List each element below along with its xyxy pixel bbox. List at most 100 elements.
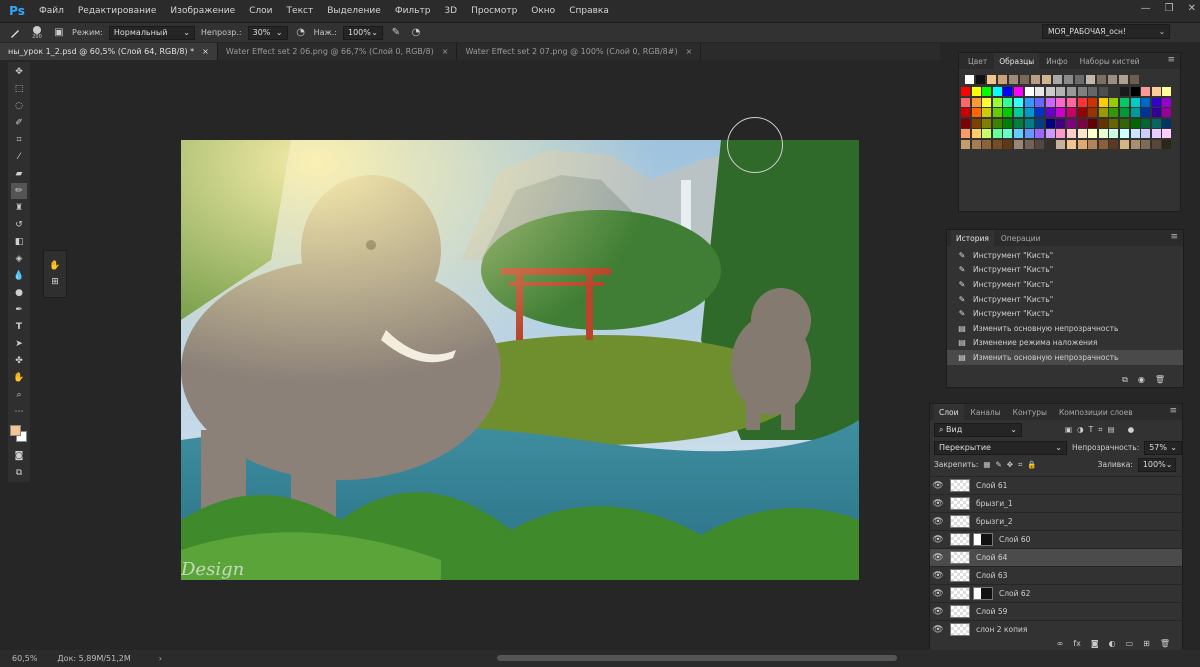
swatch[interactable] bbox=[1151, 108, 1161, 118]
quick-selection-tool-icon[interactable]: ✐ bbox=[11, 116, 27, 132]
swatch[interactable] bbox=[1130, 118, 1140, 128]
link-layers-icon[interactable]: ∞ bbox=[1057, 639, 1064, 648]
lasso-tool-icon[interactable]: ◌ bbox=[11, 99, 27, 115]
blur-tool-icon[interactable]: 💧 bbox=[11, 268, 27, 284]
close-icon[interactable]: × bbox=[686, 47, 693, 56]
new-group-icon[interactable]: ▭ bbox=[1126, 639, 1134, 648]
swatch[interactable] bbox=[1013, 118, 1023, 128]
chevron-right-icon[interactable]: › bbox=[159, 654, 162, 663]
swatch[interactable] bbox=[1088, 97, 1098, 107]
opacity-field[interactable]: 30% ⌄ bbox=[247, 25, 288, 40]
marquee-tool-icon[interactable]: ⬚ bbox=[11, 82, 27, 98]
foreground-color-swatch[interactable] bbox=[10, 424, 21, 436]
close-button[interactable]: ✕ bbox=[1188, 3, 1196, 14]
swatch[interactable] bbox=[982, 108, 992, 118]
new-layer-icon[interactable]: ⊞ bbox=[1143, 639, 1150, 648]
eye-icon[interactable]: 👁 bbox=[930, 607, 946, 617]
swatch[interactable] bbox=[1098, 97, 1108, 107]
swatch[interactable] bbox=[1045, 97, 1055, 107]
swatch[interactable] bbox=[961, 87, 970, 96]
layer-row[interactable]: 👁 Слой 63 bbox=[930, 566, 1182, 584]
swatch[interactable] bbox=[1035, 97, 1045, 107]
document-canvas[interactable]: Design bbox=[181, 140, 859, 580]
layer-row[interactable]: 👁 брызги_2 bbox=[930, 512, 1182, 530]
panel-tab[interactable]: Образцы bbox=[994, 53, 1040, 69]
panel-tab[interactable]: Операции bbox=[996, 230, 1046, 246]
swatch[interactable] bbox=[1056, 97, 1066, 107]
swatch[interactable] bbox=[1141, 129, 1151, 139]
history-state[interactable]: ✎ Инструмент "Кисть" bbox=[947, 306, 1183, 321]
history-state[interactable]: ✎ Инструмент "Кисть" bbox=[947, 248, 1183, 263]
more-tools-icon[interactable]: ⋯ bbox=[11, 404, 27, 420]
swatch[interactable] bbox=[1056, 87, 1066, 96]
swatch[interactable] bbox=[1024, 129, 1034, 139]
layer-row[interactable]: 👁 Слой 64 bbox=[930, 548, 1182, 566]
swatch[interactable] bbox=[1151, 87, 1161, 96]
swatch[interactable] bbox=[1162, 139, 1172, 149]
swatch[interactable] bbox=[1141, 118, 1151, 128]
swatch[interactable] bbox=[971, 87, 981, 96]
swatch[interactable] bbox=[1003, 97, 1013, 107]
swatch[interactable] bbox=[971, 129, 981, 139]
menu-item[interactable]: Фильтр bbox=[388, 6, 438, 16]
panel-tab[interactable]: История bbox=[951, 230, 994, 246]
close-icon[interactable]: × bbox=[442, 47, 449, 56]
swatch[interactable] bbox=[1075, 75, 1084, 84]
swatch[interactable] bbox=[1119, 129, 1129, 139]
lock-artboard-icon[interactable]: ⌗ bbox=[1018, 460, 1022, 470]
swatch[interactable] bbox=[982, 87, 992, 96]
menu-item[interactable]: Текст bbox=[280, 6, 321, 16]
swatch[interactable] bbox=[1066, 108, 1076, 118]
crop-tool-icon[interactable]: ⌗ bbox=[11, 133, 27, 149]
eye-icon[interactable]: 👁 bbox=[930, 553, 946, 563]
swatch[interactable] bbox=[1045, 108, 1055, 118]
panel-menu-icon[interactable]: ≡ bbox=[1167, 55, 1175, 65]
move-tool-icon[interactable]: ✥ bbox=[11, 65, 27, 81]
zoom-tool-icon[interactable]: ⌕ bbox=[11, 387, 27, 403]
lock-brush-icon[interactable]: ✎ bbox=[996, 460, 1002, 469]
swatch[interactable] bbox=[1109, 87, 1119, 96]
swatch[interactable] bbox=[1024, 118, 1034, 128]
menu-item[interactable]: Выделение bbox=[320, 6, 388, 16]
panel-tab[interactable]: Наборы кистей bbox=[1075, 53, 1145, 69]
swatch[interactable] bbox=[961, 129, 970, 139]
adjustment-layer-icon[interactable]: ◐ bbox=[1109, 639, 1116, 648]
eyedropper-tool-icon[interactable]: ⁄ bbox=[11, 150, 27, 166]
panel-tab[interactable]: Каналы bbox=[966, 404, 1006, 420]
swatch[interactable] bbox=[1053, 75, 1062, 84]
swatch[interactable] bbox=[1066, 129, 1076, 139]
layer-row[interactable]: 👁 слон 2 копия bbox=[930, 620, 1182, 638]
swatch[interactable] bbox=[1098, 118, 1108, 128]
swatch[interactable] bbox=[1162, 87, 1172, 96]
swatch[interactable] bbox=[1109, 139, 1119, 149]
lock-all-icon[interactable]: 🔒 bbox=[1027, 460, 1036, 469]
swatch[interactable] bbox=[1119, 108, 1129, 118]
swatch[interactable] bbox=[1035, 87, 1045, 96]
swatch[interactable] bbox=[1130, 108, 1140, 118]
workspace-select[interactable]: МОЯ_РАБОЧАЯ_осн! ⌄ bbox=[1042, 24, 1170, 39]
hand-tool-icon[interactable]: ✋ bbox=[11, 370, 27, 386]
eye-icon[interactable]: 👁 bbox=[930, 535, 946, 545]
swatch[interactable] bbox=[1130, 87, 1140, 96]
swatch[interactable] bbox=[961, 108, 970, 118]
swatch[interactable] bbox=[1056, 129, 1066, 139]
swatch[interactable] bbox=[1141, 108, 1151, 118]
path-selection-tool-icon[interactable]: ➤ bbox=[11, 336, 27, 352]
swatch[interactable] bbox=[971, 108, 981, 118]
gradient-tool-icon[interactable]: ◈ bbox=[11, 251, 27, 267]
brush-tool-icon[interactable]: ✏ bbox=[11, 183, 27, 200]
swatch[interactable] bbox=[1003, 87, 1013, 96]
panel-tab[interactable]: Слои bbox=[934, 404, 964, 420]
swatch[interactable] bbox=[965, 75, 974, 84]
swatch[interactable] bbox=[992, 97, 1002, 107]
swatch[interactable] bbox=[1130, 75, 1139, 84]
minimize-button[interactable]: — bbox=[1141, 3, 1151, 14]
swatch[interactable] bbox=[1108, 75, 1117, 84]
swatch[interactable] bbox=[1109, 108, 1119, 118]
eye-icon[interactable]: 👁 bbox=[930, 589, 946, 599]
menu-item[interactable]: Слои bbox=[242, 6, 279, 16]
document-tab[interactable]: ны_урок 1_2.psd @ 60,5% (Слой 64, RGB/8)… bbox=[0, 43, 218, 60]
swatch[interactable] bbox=[1003, 118, 1013, 128]
add-mask-icon[interactable]: ◙ bbox=[1091, 639, 1099, 648]
swatch[interactable] bbox=[1088, 129, 1098, 139]
